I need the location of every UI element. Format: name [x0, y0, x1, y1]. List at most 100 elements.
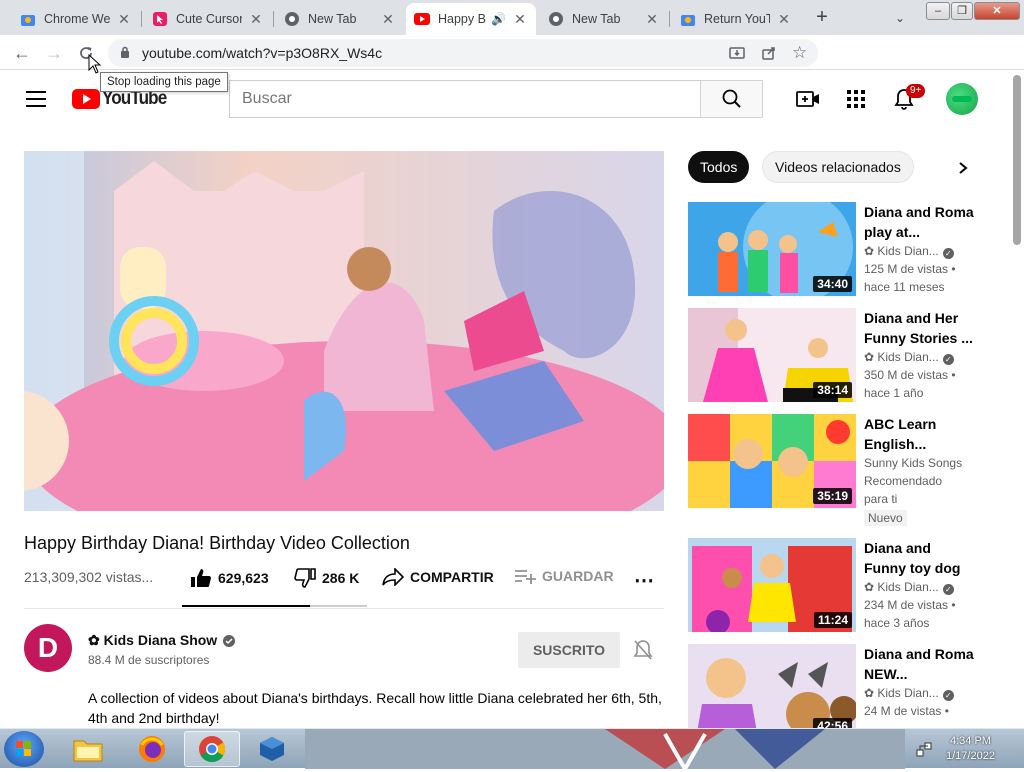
taskbar-virtualbox[interactable] — [244, 731, 300, 767]
close-tab-icon[interactable]: ✕ — [776, 11, 792, 28]
lock-icon[interactable] — [120, 46, 130, 64]
view-count[interactable]: 213,309,302 vistas... — [24, 569, 153, 585]
video-description[interactable]: A collection of videos about Diana's bir… — [88, 688, 668, 728]
address-bar[interactable]: youtube.com/watch?v=p3O8RX_Ws4c ☆ — [108, 39, 818, 67]
maximize-button[interactable]: ❐ — [951, 2, 973, 20]
video-duration: 35:19 — [813, 488, 852, 504]
recommendation-item[interactable]: 42:56 Diana and Roma NEW... ✿ Kids Dian.… — [688, 644, 1010, 728]
recommendation-views: 125 M de vistas • — [864, 262, 956, 276]
recommendation-title[interactable]: Diana and Funny toy dog — [864, 538, 974, 578]
recommendation-views: 24 M de vistas • — [864, 704, 949, 718]
chip-todos[interactable]: Todos — [688, 151, 750, 183]
subscriber-count: 88.4 M de suscriptores — [88, 653, 210, 667]
search-input[interactable] — [230, 81, 700, 117]
taskbar-chrome[interactable] — [184, 731, 240, 767]
desktop-wallpaper — [305, 729, 905, 769]
video-thumbnail[interactable]: 42:56 — [688, 644, 856, 728]
recommendation-channel[interactable]: Sunny Kids Songs — [864, 454, 974, 472]
notification-off-bell-icon[interactable] — [633, 639, 653, 666]
url-text[interactable]: youtube.com/watch?v=p3O8RX_Ws4c — [142, 45, 382, 61]
taskbar-explorer[interactable] — [60, 731, 116, 767]
close-tab-icon[interactable]: ✕ — [512, 11, 528, 28]
recommendation-channel[interactable]: ✿ Kids Dian... ✓ — [864, 684, 974, 702]
virtualbox-icon — [260, 737, 284, 761]
recommendation-item[interactable]: 38:14 Diana and Her Funny Stories ... ✿ … — [688, 308, 1010, 408]
page-scrollbar[interactable] — [1010, 71, 1024, 728]
close-tab-icon[interactable]: ✕ — [644, 11, 660, 28]
subscribed-button[interactable]: SUSCRITO — [518, 632, 620, 668]
recommendation-item[interactable]: 35:19 ABC Learn English... Sunny Kids So… — [688, 414, 1010, 534]
video-thumbnail[interactable]: 35:19 — [688, 414, 856, 508]
video-frame — [24, 151, 664, 511]
share-arrow-icon — [382, 568, 404, 586]
close-tab-icon[interactable]: ✕ — [248, 11, 264, 28]
share-button[interactable]: COMPARTIR — [382, 568, 494, 586]
recommendation-title[interactable]: Diana and Roma play at... — [864, 202, 974, 242]
account-avatar[interactable] — [946, 83, 978, 115]
verified-check-icon: ✓ — [942, 584, 954, 595]
channel-avatar[interactable]: D — [24, 624, 72, 672]
cute-cursor-icon — [152, 11, 168, 27]
tab-strip: Chrome Web ✕ Cute Cursor ✕ New Tab ✕ Hap… — [0, 0, 1024, 35]
more-actions-icon[interactable]: ⋯ — [634, 568, 654, 593]
install-app-icon[interactable] — [728, 44, 746, 62]
recommendation-title[interactable]: Diana and Her Funny Stories ... — [864, 308, 974, 348]
minimize-button[interactable]: – — [926, 2, 950, 20]
recommendation-channel[interactable]: ✿ Kids Dian... ✓ — [864, 348, 974, 366]
folder-icon — [73, 740, 103, 762]
new-badge: Nuevo — [864, 510, 907, 526]
create-video-icon[interactable] — [796, 87, 820, 111]
tab-return-youtube[interactable]: Return YouTu ✕ — [672, 3, 800, 35]
video-thumbnail[interactable]: 38:14 — [688, 308, 856, 402]
verified-check-icon: ✓ — [942, 354, 954, 365]
firefox-icon — [139, 736, 165, 762]
apps-grid-icon[interactable] — [844, 87, 868, 111]
video-duration: 38:14 — [813, 382, 852, 398]
back-button[interactable]: ← — [10, 41, 34, 65]
like-button[interactable]: 629,623 — [190, 568, 269, 588]
tab-cute-cursor[interactable]: Cute Cursor ✕ — [144, 3, 272, 35]
network-tray-icon[interactable] — [916, 741, 932, 762]
close-tab-icon[interactable]: ✕ — [116, 11, 132, 28]
video-thumbnail[interactable]: 11:24 — [688, 538, 856, 632]
channel-name[interactable]: ✿ Kids Diana Show — [88, 632, 236, 649]
recommendation-title[interactable]: ABC Learn English... — [864, 414, 974, 454]
verified-check-icon — [223, 634, 236, 647]
taskbar-clock[interactable]: 4:34 PM 1/17/2022 — [946, 734, 995, 764]
search-button[interactable] — [700, 80, 763, 118]
close-tab-icon[interactable]: ✕ — [380, 11, 396, 28]
tab-search-button[interactable]: ⌄ — [888, 6, 912, 30]
video-player[interactable] — [24, 151, 664, 511]
scrollbar-thumb[interactable] — [1013, 75, 1021, 245]
taskbar-firefox[interactable] — [124, 731, 180, 767]
tab-new-tab-1[interactable]: New Tab ✕ — [276, 3, 404, 35]
chevron-right-icon[interactable] — [955, 160, 971, 181]
youtube-icon — [414, 11, 430, 27]
recommendation-channel[interactable]: ✿ Kids Dian... ✓ — [864, 578, 974, 596]
recommendation-item[interactable]: 34:40 Diana and Roma play at... ✿ Kids D… — [688, 202, 1010, 302]
close-window-button[interactable]: ✕ — [974, 2, 1020, 20]
thumbs-down-icon — [294, 568, 316, 588]
tab-youtube-active[interactable]: Happy B 🔊 ✕ — [406, 3, 536, 35]
bookmark-star-icon[interactable]: ☆ — [792, 44, 810, 62]
audio-playing-icon[interactable]: 🔊 — [491, 12, 506, 26]
forward-button[interactable]: → — [42, 41, 66, 65]
menu-icon[interactable] — [26, 91, 46, 112]
save-button[interactable]: GUARDAR — [514, 568, 614, 584]
recommendation-channel[interactable]: ✿ Kids Dian... ✓ — [864, 242, 974, 260]
new-tab-button[interactable]: + — [810, 6, 834, 30]
divider — [24, 608, 664, 609]
tab-new-tab-2[interactable]: New Tab ✕ — [540, 3, 668, 35]
recommendation-item[interactable]: 11:24 Diana and Funny toy dog ✿ Kids Dia… — [688, 538, 1010, 638]
recommendation-age: hace 11 meses — [864, 280, 945, 294]
video-duration: 42:56 — [813, 718, 852, 728]
recommendation-reason: Recomendado — [864, 474, 943, 488]
dislike-button[interactable]: 286 K — [294, 568, 359, 588]
start-button[interactable] — [4, 731, 44, 767]
recommendation-title[interactable]: Diana and Roma NEW... — [864, 644, 974, 684]
chrome-web-store-icon — [20, 11, 36, 27]
video-thumbnail[interactable]: 34:40 — [688, 202, 856, 296]
share-icon[interactable] — [760, 44, 778, 62]
chip-videos-relacionados[interactable]: Videos relacionados — [762, 151, 914, 183]
tab-chrome-web-store[interactable]: Chrome Web ✕ — [12, 3, 140, 35]
